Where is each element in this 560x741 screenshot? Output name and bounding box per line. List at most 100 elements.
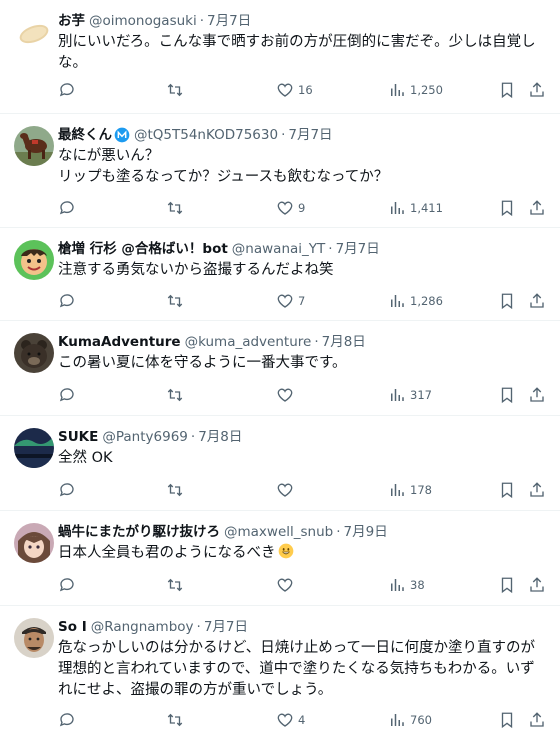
views-button[interactable]: 38: [388, 576, 425, 594]
tweet-date[interactable]: 7月7日: [288, 126, 332, 144]
retweet-icon: [167, 713, 183, 727]
like-button[interactable]: [276, 576, 298, 594]
like-button[interactable]: 7: [276, 292, 305, 310]
tweet-date[interactable]: 7月7日: [207, 12, 251, 30]
avatar[interactable]: [14, 333, 54, 373]
share-button[interactable]: [528, 576, 546, 594]
tweet-date[interactable]: 7月7日: [204, 618, 248, 636]
tweet[interactable]: 最終くん @tQ5T54nKOD75630 · 7月7日 なにが悪いん？ リップ…: [0, 114, 560, 228]
tweet[interactable]: 槍増 行杉 @合格ばい！bot @nawanai_YT · 7月7日 注意する勇…: [0, 228, 560, 321]
avatar[interactable]: [14, 618, 54, 658]
reply-button[interactable]: [58, 292, 80, 310]
tweet[interactable]: 蝸牛にまたがり駆け抜けろ @maxwell_snub · 7月9日 日本人全員も…: [0, 511, 560, 606]
separator-dot: ·: [314, 334, 319, 350]
bookmark-button[interactable]: [498, 386, 516, 404]
username[interactable]: @oimonogasuki: [89, 12, 197, 30]
like-button[interactable]: 16: [276, 81, 313, 99]
bookmark-button[interactable]: [498, 576, 516, 594]
verified-badge-icon: [114, 127, 130, 143]
tweet-date[interactable]: 7月8日: [198, 428, 242, 446]
display-name[interactable]: KumaAdventure: [58, 333, 181, 351]
reply-button[interactable]: [58, 81, 80, 99]
retweet-button[interactable]: [166, 199, 188, 217]
reply-button[interactable]: [58, 711, 80, 729]
share-button[interactable]: [528, 292, 546, 310]
avatar-horse-image: [14, 126, 54, 166]
retweet-icon: [167, 483, 183, 497]
username[interactable]: @maxwell_snub: [224, 523, 333, 541]
views-icon: [391, 84, 404, 96]
heart-icon: [277, 578, 293, 592]
reply-button[interactable]: [58, 386, 80, 404]
tweet[interactable]: お芋 @oimonogasuki · 7月7日 別にいいだろ。こんな事で晒すお前…: [0, 0, 560, 114]
like-count: 4: [298, 713, 306, 727]
tweet-actions: 9 1,411: [58, 196, 546, 220]
retweet-button[interactable]: [166, 711, 188, 729]
avatar[interactable]: [14, 523, 54, 563]
heart-icon: [277, 201, 293, 215]
views-button[interactable]: 1,411: [388, 199, 443, 217]
display-name[interactable]: お芋: [58, 12, 85, 30]
retweet-button[interactable]: [166, 576, 188, 594]
tweet-date[interactable]: 7月9日: [344, 523, 388, 541]
views-button[interactable]: 178: [388, 481, 432, 499]
share-icon: [530, 293, 544, 308]
share-icon: [530, 82, 544, 97]
heart-icon: [277, 294, 293, 308]
display-name[interactable]: SUKE: [58, 428, 98, 446]
views-button[interactable]: 760: [388, 711, 432, 729]
display-name[interactable]: So I: [58, 618, 87, 636]
retweet-button[interactable]: [166, 81, 188, 99]
tweet[interactable]: So I @Rangnamboy · 7月7日 危なっかしいのは分かるけど、日焼…: [0, 606, 560, 741]
display-name[interactable]: 最終くん: [58, 126, 112, 144]
reply-button[interactable]: [58, 199, 80, 217]
like-button[interactable]: [276, 386, 298, 404]
like-button[interactable]: 9: [276, 199, 305, 217]
username[interactable]: @kuma_adventure: [185, 333, 312, 351]
bookmark-icon: [501, 577, 513, 594]
like-button[interactable]: [276, 481, 298, 499]
views-icon: [391, 484, 404, 496]
bookmark-icon: [501, 293, 513, 310]
views-button[interactable]: 1,250: [388, 81, 443, 99]
tweet[interactable]: KumaAdventure @kuma_adventure · 7月8日 この暑…: [0, 321, 560, 416]
share-button[interactable]: [528, 386, 546, 404]
heart-icon: [277, 713, 293, 727]
retweet-button[interactable]: [166, 481, 188, 499]
bookmark-button[interactable]: [498, 292, 516, 310]
share-button[interactable]: [528, 199, 546, 217]
bookmark-icon: [501, 712, 513, 729]
bookmark-button[interactable]: [498, 481, 516, 499]
avatar-bear-image: [14, 333, 54, 373]
username[interactable]: @tQ5T54nKOD75630: [134, 126, 278, 144]
username[interactable]: @nawanai_YT: [232, 240, 325, 258]
views-button[interactable]: 317: [388, 386, 432, 404]
username[interactable]: @Panty6969: [102, 428, 188, 446]
bookmark-button[interactable]: [498, 81, 516, 99]
bookmark-button[interactable]: [498, 711, 516, 729]
retweet-button[interactable]: [166, 386, 188, 404]
reply-button[interactable]: [58, 576, 80, 594]
avatar[interactable]: [14, 12, 54, 52]
reply-icon: [59, 294, 74, 308]
avatar-photo-person-image: [14, 618, 54, 658]
tweet[interactable]: SUKE @Panty6969 · 7月8日 全然 OK 178: [0, 416, 560, 511]
share-button[interactable]: [528, 81, 546, 99]
bookmark-button[interactable]: [498, 199, 516, 217]
tweet-date[interactable]: 7月7日: [336, 240, 380, 258]
avatar[interactable]: [14, 428, 54, 468]
avatar-aurora-landscape-image: [14, 428, 54, 468]
share-button[interactable]: [528, 481, 546, 499]
display-name[interactable]: 槍増 行杉 @合格ばい！bot: [58, 240, 228, 258]
retweet-button[interactable]: [166, 292, 188, 310]
avatar[interactable]: [14, 240, 54, 280]
avatar[interactable]: [14, 126, 54, 166]
display-name[interactable]: 蝸牛にまたがり駆け抜けろ: [58, 523, 220, 541]
views-button[interactable]: 1,286: [388, 292, 443, 310]
username[interactable]: @Rangnamboy: [91, 618, 194, 636]
like-count: 9: [298, 201, 306, 215]
tweet-date[interactable]: 7月8日: [322, 333, 366, 351]
reply-button[interactable]: [58, 481, 80, 499]
share-button[interactable]: [528, 711, 546, 729]
like-button[interactable]: 4: [276, 711, 305, 729]
